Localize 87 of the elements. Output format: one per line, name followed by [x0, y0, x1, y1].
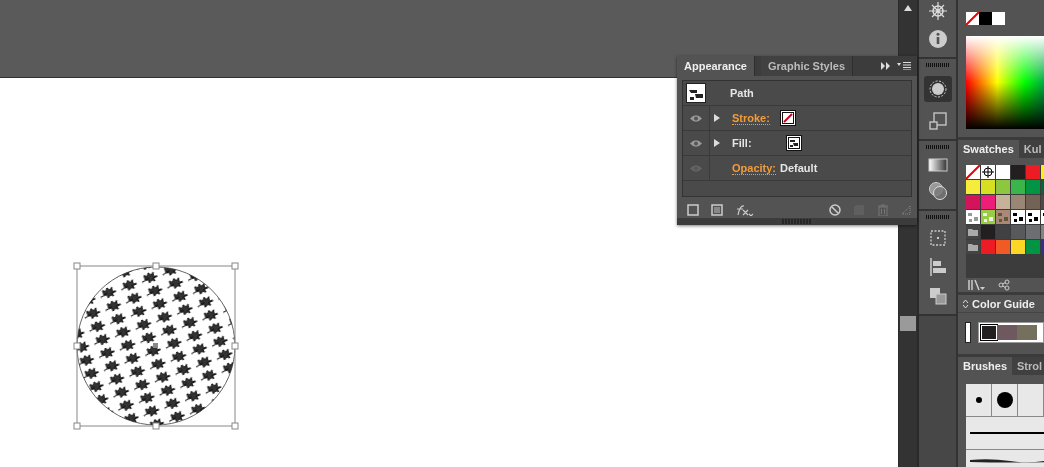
menu-icon[interactable]	[897, 62, 911, 70]
clear-icon[interactable]	[829, 203, 841, 216]
pattern-swatch[interactable]	[1011, 210, 1025, 224]
folder-icon[interactable]	[966, 240, 980, 254]
color-swatch[interactable]	[1026, 240, 1040, 254]
scroll-thumb[interactable]	[900, 316, 917, 331]
none-swatch[interactable]	[966, 12, 979, 25]
expand-arrow-icon[interactable]	[714, 114, 720, 122]
harmony-strip[interactable]	[978, 322, 1044, 343]
color-swatch[interactable]	[966, 180, 980, 194]
scroll-up-arrow-icon[interactable]	[904, 5, 913, 11]
appearance-icon[interactable]	[923, 76, 952, 102]
panel-title[interactable]: Color Guide	[972, 297, 1035, 310]
drag-grip-icon[interactable]	[782, 219, 812, 225]
resize-grip-icon[interactable]	[901, 204, 911, 215]
share-icon[interactable]	[998, 279, 1010, 291]
color-swatch[interactable]	[1017, 325, 1037, 340]
none-swatch[interactable]	[966, 165, 980, 179]
folder-icon[interactable]	[966, 225, 980, 239]
color-swatch[interactable]	[1026, 165, 1040, 179]
add-stroke-icon[interactable]	[687, 203, 699, 216]
panel-tab[interactable]: Kul	[1018, 140, 1044, 158]
color-swatch[interactable]	[1026, 225, 1040, 239]
panel-tab[interactable]: Graphic Styles	[761, 56, 854, 76]
sort-arrows-icon[interactable]	[962, 298, 969, 309]
path-thumbnail	[686, 83, 706, 103]
artboard-icon[interactable]	[927, 228, 948, 248]
attribute-label[interactable]: Stroke:	[732, 111, 770, 125]
stroke-swatch[interactable]	[779, 110, 796, 126]
transform-icon[interactable]	[927, 111, 948, 131]
color-swatch[interactable]	[1011, 225, 1025, 239]
panel-tab[interactable]: Brushes	[958, 357, 1013, 375]
pathfinder-icon[interactable]	[927, 286, 948, 306]
pattern-swatch[interactable]	[996, 210, 1010, 224]
color-swatch[interactable]	[981, 240, 995, 254]
library-icon[interactable]	[968, 279, 986, 291]
color-swatch[interactable]	[981, 225, 995, 239]
pattern-swatch[interactable]	[966, 210, 980, 224]
attribute-row[interactable]: Fill:	[683, 131, 911, 156]
color-swatch[interactable]	[996, 225, 1010, 239]
color-spectrum[interactable]	[966, 36, 1044, 129]
color-swatch[interactable]	[996, 195, 1010, 209]
transparency-icon[interactable]	[927, 181, 948, 201]
registration-swatch[interactable]	[981, 165, 995, 179]
color-swatch[interactable]	[1011, 165, 1025, 179]
panel-tab[interactable]: Swatches	[958, 140, 1019, 158]
expand-icon[interactable]	[881, 62, 891, 70]
panel-tab[interactable]: Strol	[1012, 357, 1044, 375]
attribute-row[interactable]: Stroke:	[683, 106, 911, 131]
color-swatch[interactable]	[1026, 180, 1040, 194]
color-swatch[interactable]	[981, 180, 995, 194]
color-swatch[interactable]	[979, 12, 992, 25]
brush-dot-icon[interactable]	[996, 392, 1013, 408]
brush-dot-icon[interactable]	[975, 397, 982, 403]
color-swatch[interactable]	[981, 195, 995, 209]
color-swatch[interactable]	[992, 12, 1005, 25]
color-swatch[interactable]	[1011, 180, 1025, 194]
ship-wheel-icon[interactable]	[927, 1, 948, 21]
eye-icon[interactable]	[689, 138, 703, 148]
info-icon[interactable]	[927, 29, 948, 49]
gradient-icon[interactable]	[927, 158, 948, 172]
effects-icon[interactable]	[735, 203, 753, 216]
attribute-label: Fill:	[732, 137, 752, 149]
fill-swatch[interactable]	[785, 135, 802, 151]
attribute-value: Default	[780, 162, 818, 174]
eye-icon[interactable]	[689, 113, 703, 123]
attribute-row[interactable]: Opacity: Default	[683, 156, 911, 181]
add-fill-icon[interactable]	[711, 203, 723, 216]
align-icon[interactable]	[927, 257, 948, 277]
color-swatch[interactable]	[1026, 195, 1040, 209]
brush-line-icon[interactable]	[970, 431, 1044, 435]
color-swatch[interactable]	[996, 165, 1010, 179]
brush-stroke-icon[interactable]	[970, 457, 1044, 463]
color-swatch[interactable]	[981, 325, 997, 340]
attribute-label[interactable]: Opacity:	[732, 161, 776, 175]
object-type: Path	[730, 87, 754, 99]
pattern-swatch[interactable]	[1026, 210, 1040, 224]
pattern-swatch[interactable]	[981, 210, 995, 224]
color-swatch[interactable]	[1011, 240, 1025, 254]
color-swatch[interactable]	[1011, 195, 1025, 209]
panel-tab[interactable]: Appearance	[677, 56, 755, 76]
color-swatch[interactable]	[966, 195, 980, 209]
base-color-swatch[interactable]	[966, 323, 970, 342]
expand-arrow-icon[interactable]	[714, 139, 720, 147]
color-swatch[interactable]	[996, 180, 1010, 194]
color-swatch[interactable]	[997, 325, 1017, 340]
color-swatch[interactable]	[996, 240, 1010, 254]
